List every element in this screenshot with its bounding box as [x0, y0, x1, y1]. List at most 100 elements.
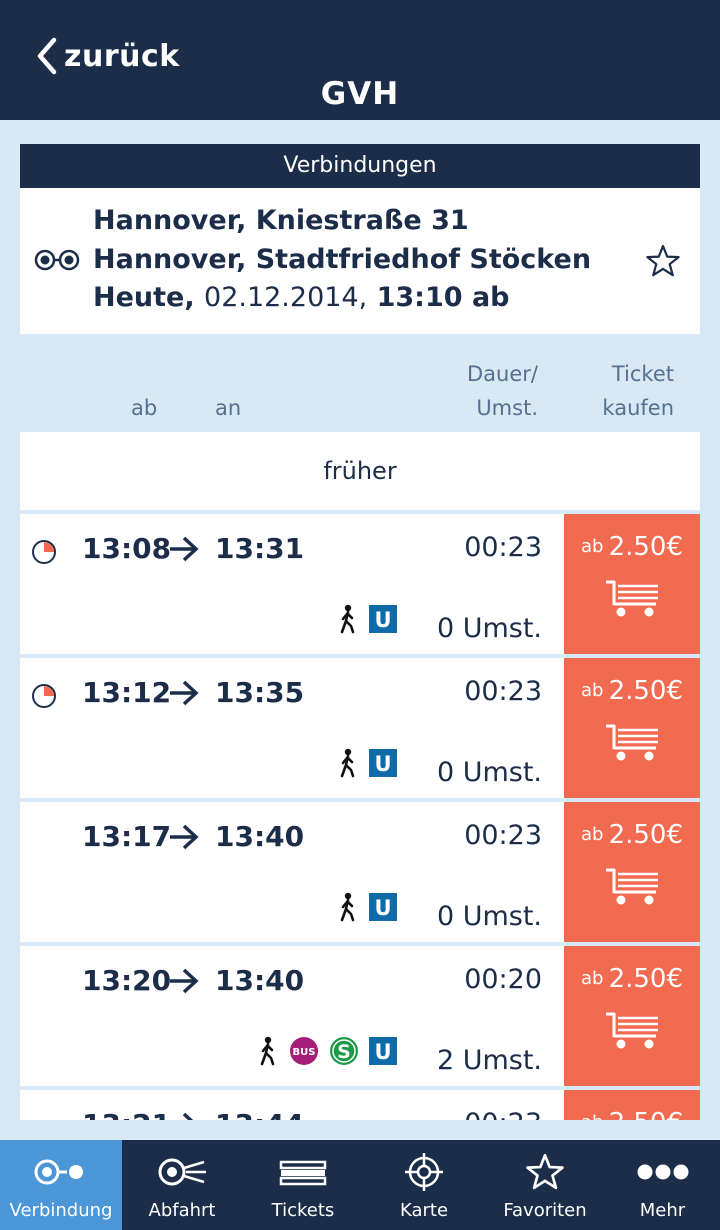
favorite-star-icon[interactable] [646, 244, 680, 278]
ubahn-icon: U [369, 1037, 397, 1065]
changes: 0 Umst. [436, 901, 542, 932]
connection-icon [34, 249, 80, 271]
connection-row[interactable]: 13:12 13:35 00:23 U 0 Umst. ab 2.50€ [20, 658, 700, 798]
connection-row[interactable]: 13:20 13:40 00:20 BUS S U 2 Umst. ab 2.50€ [20, 946, 700, 1086]
changes: 0 Umst. [436, 757, 542, 788]
duration: 00:23 [464, 532, 542, 563]
tab-mehr[interactable]: Mehr [605, 1140, 720, 1230]
duration: 00:23 [464, 1108, 542, 1120]
col-header-duration: Dauer/ [467, 362, 538, 386]
walk-icon [260, 1036, 275, 1066]
date-prefix: Heute, [93, 282, 195, 313]
col-header-changes: Umst. [476, 396, 538, 420]
connection-row[interactable]: 13:08 13:31 00:23 U 0 Umst. ab 2.50€ [20, 514, 700, 654]
ticket-price: ab 2.50€ [564, 820, 700, 850]
arrival-time: 13:40 [215, 964, 305, 997]
price-prefix: ab [581, 824, 604, 845]
departure-icon [158, 1158, 206, 1186]
walk-icon [340, 748, 355, 778]
price-value: 2.50€ [608, 820, 683, 850]
duration: 00:23 [464, 820, 542, 851]
tab-karte[interactable]: Karte [363, 1140, 485, 1230]
walk-icon [340, 604, 355, 634]
star-icon [526, 1153, 564, 1190]
route-summary: Hannover, Kniestraße 31 Hannover, Stadtf… [20, 188, 700, 334]
buy-ticket-button[interactable]: ab 2.50€ [564, 946, 700, 1086]
arrival-time: 13:35 [215, 676, 305, 709]
chevron-left-icon [37, 37, 57, 75]
departure-time: 13:17 [82, 820, 172, 853]
tab-label: Verbindung [9, 1200, 113, 1221]
connection-list: 13:08 13:31 00:23 U 0 Umst. ab 2.50€ 13:12 13:3… [0, 514, 720, 1120]
ticket-price: ab 2.50€ [564, 532, 700, 562]
map-target-icon [405, 1153, 443, 1191]
ticket-price: ab 2.50€ [564, 1108, 700, 1120]
arrow-right-icon [182, 1112, 194, 1120]
arrival-time: 13:31 [215, 532, 305, 565]
departure-time: 13:12 [82, 676, 172, 709]
ubahn-icon: U [369, 749, 397, 777]
ticket-price: ab 2.50€ [564, 964, 700, 994]
svg-text:U: U [374, 1040, 391, 1064]
duration: 00:23 [464, 676, 542, 707]
route-from: Hannover, Kniestraße 31 [93, 205, 469, 236]
price-prefix: ab [581, 968, 604, 989]
connection-row[interactable]: 13:17 13:40 00:23 U 0 Umst. ab 2.50€ [20, 802, 700, 942]
price-value: 2.50€ [609, 1108, 683, 1120]
departure-time: 13:20 [82, 964, 172, 997]
tickets-icon [279, 1160, 327, 1186]
tab-label: Tickets [271, 1200, 335, 1221]
earlier-button[interactable]: früher [20, 432, 700, 510]
arrival-time: 13:44 [215, 1108, 304, 1120]
buy-ticket-button[interactable]: ab 2.50€ [564, 1090, 700, 1120]
svg-text:U: U [374, 608, 391, 632]
connection-icon [34, 1159, 83, 1185]
svg-text:U: U [374, 752, 391, 776]
col-header-buy: kaufen [602, 396, 674, 420]
col-header-ticket: Ticket [611, 362, 674, 386]
cart-icon [606, 724, 658, 761]
tab-bar: Verbindung Abfahrt Tickets Karte Favorit… [0, 1140, 720, 1230]
arrow-right-icon [170, 680, 199, 706]
arrow-right-icon [170, 968, 199, 994]
connections-title: Verbindungen [20, 144, 700, 188]
tab-tickets[interactable]: Tickets [242, 1140, 364, 1230]
buy-ticket-button[interactable]: ab 2.50€ [564, 658, 700, 798]
duration: 00:20 [464, 964, 542, 995]
svg-text:BUS: BUS [293, 1047, 316, 1058]
tab-label: Favoriten [503, 1200, 587, 1221]
arrow-right-icon [170, 536, 199, 562]
transport-modes: U [337, 604, 397, 634]
buy-ticket-button[interactable]: ab 2.50€ [564, 802, 700, 942]
route-datetime: Heute, 02.12.2014, 13:10 ab [93, 279, 591, 318]
tab-verbindung[interactable]: Verbindung [0, 1140, 122, 1230]
buy-ticket-button[interactable]: ab 2.50€ [564, 514, 700, 654]
changes: 2 Umst. [436, 1045, 542, 1076]
tab-label: Mehr [639, 1200, 686, 1221]
arrow-right-icon [170, 824, 199, 850]
price-value: 2.50€ [608, 532, 683, 562]
back-button[interactable]: zurück [36, 30, 180, 82]
departure-time: 13:08 [82, 532, 172, 565]
svg-text:S: S [337, 1041, 351, 1063]
price-prefix: ab [581, 536, 604, 557]
price-prefix: ab [581, 1112, 603, 1120]
clock-icon [32, 684, 56, 708]
route-date: 02.12.2014, [204, 282, 368, 313]
tab-abfahrt[interactable]: Abfahrt [121, 1140, 243, 1230]
bus-icon: BUS [290, 1037, 318, 1065]
ticket-price: ab 2.50€ [564, 676, 700, 706]
transport-modes: BUS S U [257, 1036, 397, 1066]
transport-modes: U [337, 748, 397, 778]
tab-favoriten[interactable]: Favoriten [484, 1140, 606, 1230]
walk-icon [340, 892, 355, 922]
tab-label: Karte [399, 1200, 449, 1221]
cart-icon [606, 580, 658, 617]
departure-time: 13:21 [82, 1108, 171, 1120]
connection-row[interactable]: 13:21 13:44 00:23 ab 2.50€ [20, 1090, 700, 1120]
route-time: 13:10 ab [376, 282, 510, 313]
more-icon [637, 1164, 688, 1180]
col-header-ab: ab [131, 396, 158, 420]
sbahn-icon: S [330, 1037, 358, 1065]
svg-text:U: U [374, 896, 391, 920]
